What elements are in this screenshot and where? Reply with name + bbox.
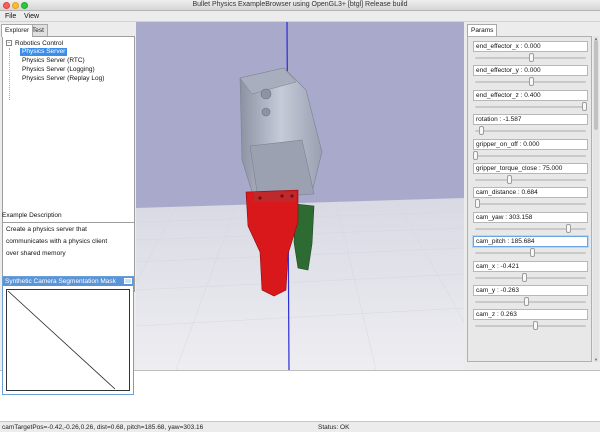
param-slider-thumb[interactable]	[581, 101, 587, 111]
param-slider-track[interactable]	[475, 154, 586, 157]
params-panel: Params end_effector_x : 0.000 end_effecto…	[464, 22, 600, 370]
app-window: Bullet Physics ExampleBrowser using Open…	[0, 0, 600, 432]
bolt-icon	[261, 107, 271, 117]
tree-guide-line	[9, 48, 10, 100]
segmentation-mask-window[interactable]: Synthetic Camera Segmentation Mask	[2, 276, 134, 395]
param-slider-thumb[interactable]	[475, 199, 481, 209]
param-slider-track[interactable]	[475, 325, 586, 328]
param-value-field[interactable]: cam_yaw : 303.158	[473, 211, 588, 223]
param-slider-track[interactable]	[475, 301, 586, 303]
collapse-icon[interactable]: −	[6, 40, 12, 47]
segmentation-mask-image	[6, 289, 130, 391]
param-slider-track[interactable]	[475, 276, 586, 279]
param-value-field[interactable]: rotation : -1.587	[473, 114, 588, 126]
tree-item-physics-server-logging[interactable]: Physics Server (Logging)	[20, 66, 97, 74]
param-row: cam_distance : 0.684	[473, 187, 588, 211]
param-row: cam_z : 0.263	[473, 309, 588, 333]
param-slider-track[interactable]	[475, 105, 586, 108]
param-value-field[interactable]: cam_pitch : 185.684	[473, 236, 588, 248]
param-slider-track[interactable]	[475, 130, 586, 133]
status-bar: camTargetPos=-0.42,-0.26,0.26, dist=0.68…	[0, 421, 600, 432]
mask-diagonal	[7, 290, 116, 390]
window-restore-icon[interactable]	[124, 278, 132, 284]
param-slider-thumb[interactable]	[507, 175, 513, 184]
segmentation-window-title[interactable]: Synthetic Camera Segmentation Mask	[3, 277, 133, 286]
param-slider-thumb[interactable]	[521, 272, 527, 282]
screw-icon	[280, 194, 284, 198]
param-slider-thumb[interactable]	[529, 248, 535, 258]
description-line: communicates with a physics client	[6, 238, 108, 245]
description-line: over shared memory	[6, 250, 66, 257]
param-value-field[interactable]: end_effector_x : 0.000	[473, 41, 588, 52]
param-row: cam_x : -0.421	[473, 260, 588, 285]
tree-root-label: Robotics Control	[15, 40, 64, 47]
param-row: cam_pitch : 185.684	[473, 236, 588, 260]
param-slider-track[interactable]	[475, 203, 586, 206]
3d-viewport[interactable]	[136, 22, 464, 370]
description-line: Create a physics server that	[6, 226, 87, 233]
screw-icon	[290, 194, 294, 198]
param-slider-thumb[interactable]	[528, 77, 534, 87]
window-title: Bullet Physics ExampleBrowser using Open…	[192, 1, 408, 8]
param-row: cam_yaw : 303.158	[473, 211, 588, 236]
param-value-field[interactable]: cam_z : 0.263	[473, 309, 588, 321]
param-row: cam_y : -0.263	[473, 285, 588, 309]
param-value-field[interactable]: cam_y : -0.263	[473, 285, 588, 296]
menu-view[interactable]: View	[24, 13, 39, 20]
params-scrollbar[interactable]: ▲ ▼	[593, 36, 599, 362]
param-row: gripper_on_off : 0.000	[473, 138, 588, 163]
param-slider-thumb[interactable]	[566, 223, 572, 233]
status-ok-text: Status: OK	[318, 424, 350, 431]
param-row: end_effector_z : 0.400	[473, 89, 588, 114]
tab-explorer[interactable]: Explorer	[1, 24, 34, 37]
tree-item-physics-server[interactable]: Physics Server	[20, 48, 68, 56]
scene-render[interactable]	[136, 22, 464, 370]
param-slider-thumb[interactable]	[528, 53, 534, 62]
param-row: end_effector_y : 0.000	[473, 65, 588, 89]
title-bar: Bullet Physics ExampleBrowser using Open…	[0, 0, 600, 11]
param-slider-thumb[interactable]	[524, 297, 530, 306]
camera-status-text: camTargetPos=-0.42,-0.26,0.26, dist=0.68…	[2, 424, 204, 431]
param-value-field[interactable]: cam_x : -0.421	[473, 260, 588, 272]
param-slider-thumb[interactable]	[478, 126, 484, 136]
param-slider-thumb[interactable]	[532, 321, 538, 331]
bolt-icon	[260, 88, 272, 100]
param-value-field[interactable]: end_effector_y : 0.000	[473, 65, 588, 77]
menu-file[interactable]: File	[5, 13, 16, 20]
param-value-field[interactable]: end_effector_z : 0.400	[473, 89, 588, 101]
description-label: Example Description	[2, 212, 62, 219]
tab-params[interactable]: Params	[467, 24, 498, 36]
scroll-down-icon[interactable]: ▼	[593, 357, 599, 362]
params-list[interactable]: end_effector_x : 0.000 end_effector_y : 0…	[467, 36, 592, 362]
param-value-field[interactable]: gripper_torque_close : 75.000	[473, 163, 588, 174]
param-row: end_effector_x : 0.000	[473, 41, 588, 65]
param-row: gripper_torque_close : 75.000	[473, 163, 588, 187]
tree-root-robotics-control[interactable]: − Robotics Control	[6, 40, 63, 47]
screw-icon	[258, 196, 262, 200]
param-value-field[interactable]: cam_distance : 0.684	[473, 187, 588, 199]
param-value-field[interactable]: gripper_on_off : 0.000	[473, 138, 588, 150]
example-tree: − Robotics Control Physics Server Physics…	[2, 36, 135, 230]
menu-bar: File View	[0, 11, 600, 22]
tree-item-physics-server-replay-log[interactable]: Physics Server (Replay Log)	[20, 75, 106, 83]
tree-item-physics-server-rtc[interactable]: Physics Server (RTC)	[20, 57, 87, 65]
scrollbar-thumb[interactable]	[594, 40, 598, 130]
param-row: rotation : -1.587	[473, 114, 588, 138]
param-slider-thumb[interactable]	[473, 150, 478, 160]
param-slider-track[interactable]	[475, 179, 586, 181]
